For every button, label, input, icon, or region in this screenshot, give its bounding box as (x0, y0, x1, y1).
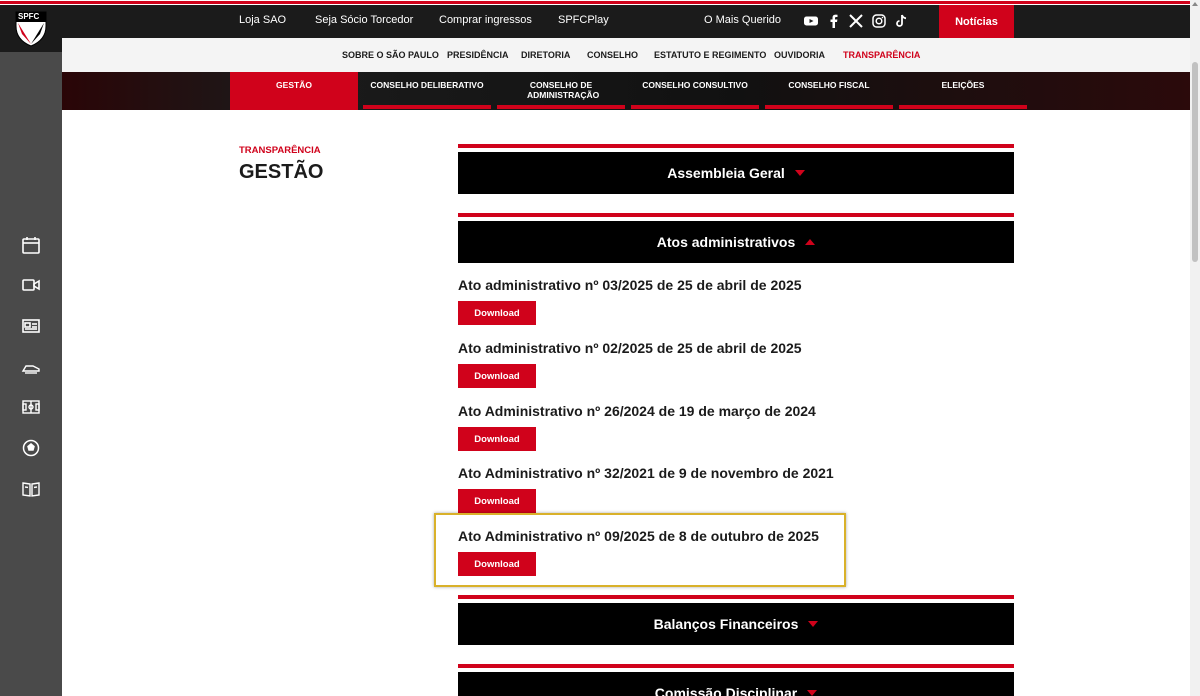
subnav-ouvidoria[interactable]: OUVIDORIA (774, 50, 825, 60)
nav-loja-sao[interactable]: Loja SAO (239, 14, 286, 26)
download-button[interactable]: Download (458, 364, 536, 388)
tab-conselho-consultivo[interactable]: CONSELHO CONSULTIVO (631, 72, 759, 110)
tab-eleicoes[interactable]: ELEIÇÕES (899, 72, 1027, 110)
ato-title: Ato administrativo nº 02/2025 de 25 de a… (458, 340, 802, 356)
subnav-conselho[interactable]: CONSELHO (587, 50, 638, 60)
left-sidebar: SPFC (0, 0, 62, 696)
page-scrollbar[interactable] (1190, 0, 1200, 696)
chevron-up-icon (805, 239, 816, 245)
subnav-presidencia[interactable]: PRESIDÊNCIA (447, 50, 509, 60)
logo-area: SPFC (0, 0, 62, 52)
tiktok-icon[interactable] (893, 13, 909, 29)
facebook-icon[interactable] (826, 13, 842, 29)
accordion-title: Comissão Disciplinar (654, 685, 798, 696)
subnav-estatuto[interactable]: ESTATUTO E REGIMENTO (654, 50, 766, 60)
subnav-transparencia[interactable]: TRANSPARÊNCIA (843, 50, 920, 60)
chevron-down-icon (807, 690, 818, 696)
chevron-down-icon (794, 170, 805, 176)
download-button[interactable]: Download (458, 489, 536, 513)
scroll-up-icon[interactable] (1192, 2, 1198, 6)
tab-conselho-administracao[interactable]: CONSELHO DE ADMINISTRAÇÃO (497, 72, 625, 110)
download-button[interactable]: Download (458, 552, 536, 576)
category-bar: GESTÃO CONSELHO DELIBERATIVO CONSELHO DE… (62, 72, 1190, 110)
tab-gestao[interactable]: GESTÃO (230, 72, 358, 110)
ato-title: Ato Administrativo nº 26/2024 de 19 de m… (458, 403, 816, 419)
youtube-icon[interactable] (803, 13, 819, 29)
top-nav-bar: Loja SAO Seja Sócio Torcedor Comprar ing… (62, 5, 1190, 38)
tab-label: CONSELHO DE ADMINISTRAÇÃO (527, 80, 600, 100)
sub-nav-bar: SOBRE O SÃO PAULO PRESIDÊNCIA DIRETORIA … (62, 38, 1190, 72)
nav-spfcplay[interactable]: SPFCPlay (558, 14, 609, 26)
tab-label: CONSELHO DELIBERATIVO (370, 80, 484, 90)
tab-label: CONSELHO CONSULTIVO (642, 80, 748, 90)
ato-title: Ato administrativo nº 03/2025 de 25 de a… (458, 277, 802, 293)
news-icon[interactable] (19, 314, 43, 338)
scroll-thumb[interactable] (1192, 62, 1198, 262)
download-button[interactable]: Download (458, 301, 536, 325)
chevron-down-icon (808, 621, 819, 627)
tab-label: CONSELHO FISCAL (788, 80, 870, 90)
accordion-title: Atos administrativos (656, 234, 796, 250)
book-icon[interactable] (19, 477, 43, 501)
tab-label: ELEIÇÕES (941, 80, 985, 90)
tab-conselho-fiscal[interactable]: CONSELHO FISCAL (765, 72, 893, 110)
instagram-icon[interactable] (871, 13, 887, 29)
field-icon[interactable] (19, 395, 43, 419)
page-root: SPFC Loja SAO Seja Sócio Torcedor Compra… (0, 0, 1200, 696)
breadcrumb[interactable]: TRANSPARÊNCIA (239, 145, 321, 156)
subnav-diretoria[interactable]: DIRETORIA (521, 50, 570, 60)
page-title: GESTÃO (239, 161, 324, 183)
accordion-title: Balanços Financeiros (653, 616, 799, 632)
ato-title: Ato Administrativo nº 09/2025 de 8 de ou… (458, 528, 819, 544)
boot-icon[interactable] (19, 355, 43, 379)
tab-conselho-deliberativo[interactable]: CONSELHO DELIBERATIVO (363, 72, 491, 110)
nav-comprar-ingressos[interactable]: Comprar ingressos (439, 14, 532, 26)
download-button[interactable]: Download (458, 427, 536, 451)
subnav-sobre[interactable]: SOBRE O SÃO PAULO (342, 50, 439, 60)
ato-title: Ato Administrativo nº 32/2021 de 9 de no… (458, 465, 834, 481)
noticias-button[interactable]: Notícias (939, 5, 1014, 38)
x-icon[interactable] (848, 13, 864, 29)
nav-socio-torcedor[interactable]: Seja Sócio Torcedor (315, 14, 413, 26)
nav-o-mais-querido[interactable]: O Mais Querido (704, 14, 781, 26)
ball-icon[interactable] (19, 436, 43, 460)
logo-text: SPFC (18, 12, 40, 21)
video-icon[interactable] (19, 273, 43, 297)
tab-label: GESTÃO (276, 80, 312, 90)
calendar-icon[interactable] (19, 233, 43, 257)
accordion-title: Assembleia Geral (667, 165, 785, 181)
